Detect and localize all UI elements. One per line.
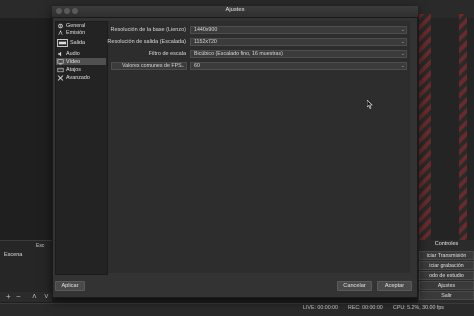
output-resolution-combo[interactable]: 1152x720 ⌄ bbox=[190, 38, 407, 46]
preview-left-area bbox=[0, 18, 52, 240]
sidebar-item-label: General bbox=[66, 22, 86, 29]
sidebar-item-label: Emisión bbox=[66, 29, 86, 36]
fps-value: 60 bbox=[194, 63, 200, 69]
fps-type-value: Valores comunes de FPS bbox=[122, 63, 182, 69]
fps-type-select[interactable]: Valores comunes de FPS ⌄ bbox=[111, 62, 187, 70]
broadcast-icon bbox=[58, 30, 63, 35]
base-resolution-label: Resolución de la base (Lienzo) bbox=[110, 27, 186, 33]
accept-button[interactable]: Aceptar bbox=[377, 281, 412, 291]
rec-status: REC: 00:00:00 bbox=[348, 305, 383, 311]
chevron-down-icon: ⌄ bbox=[400, 63, 405, 69]
keyboard-icon bbox=[57, 67, 64, 72]
chevron-down-icon: ⌄ bbox=[180, 63, 185, 69]
scale-filter-value: Bicúbico (Escalado fino, 16 muestras) bbox=[194, 51, 283, 57]
base-resolution-combo[interactable]: 1440x900 ⌄ bbox=[190, 26, 407, 34]
move-down-button[interactable]: ˅ bbox=[44, 293, 49, 301]
tools-icon bbox=[57, 74, 64, 81]
scenes-dock-header: Esc bbox=[36, 243, 45, 249]
speaker-icon bbox=[58, 51, 62, 56]
base-resolution-value: 1440x900 bbox=[194, 27, 218, 33]
gear-icon bbox=[58, 23, 63, 28]
start-recording-button[interactable]: iciar grabación bbox=[419, 261, 474, 270]
sidebar-item-advanced[interactable]: Avanzado bbox=[57, 74, 90, 81]
live-status: LIVE: 00:00:00 bbox=[303, 305, 339, 311]
output-resolution-value: 1152x720 bbox=[194, 39, 217, 45]
video-settings-panel bbox=[108, 21, 410, 273]
add-scene-button[interactable]: + bbox=[6, 293, 11, 301]
sidebar-item-hotkeys[interactable]: Atajos bbox=[57, 66, 81, 73]
sidebar-item-label: Audio bbox=[66, 50, 80, 57]
scale-filter-select[interactable]: Bicúbico (Escalado fino, 16 muestras) ⌄ bbox=[190, 50, 407, 58]
sidebar-item-audio[interactable]: Audio bbox=[57, 50, 80, 57]
start-stream-button[interactable]: iciar Transmisión bbox=[419, 251, 474, 260]
output-resolution-label: Resolución de salida (Escalada) bbox=[107, 39, 186, 45]
output-icon bbox=[57, 38, 68, 47]
cancel-button[interactable]: Cancelar bbox=[337, 281, 372, 291]
sidebar-item-label: Atajos bbox=[66, 66, 81, 73]
preview-stripe-a bbox=[419, 14, 431, 244]
controls-title: Controles bbox=[434, 241, 459, 247]
sidebar-item-video[interactable]: Vídeo bbox=[56, 58, 106, 65]
sidebar-item-output[interactable]: Salida bbox=[57, 38, 85, 47]
apply-button[interactable]: Aplicar bbox=[55, 281, 85, 291]
mouse-cursor-icon bbox=[367, 100, 373, 109]
chevron-down-icon: ⌄ bbox=[400, 27, 405, 33]
exit-button[interactable]: Salir bbox=[419, 291, 474, 300]
scene-list-item[interactable]: Escena bbox=[4, 252, 22, 258]
scale-filter-label: Filtro de escala bbox=[148, 51, 186, 57]
cpu-status: CPU: 5.2%, 30.00 fps bbox=[393, 305, 444, 311]
fps-value-combo[interactable]: 60 ⌄ bbox=[190, 62, 407, 70]
settings-button[interactable]: Ajustes bbox=[419, 281, 474, 290]
chevron-down-icon: ⌄ bbox=[400, 39, 405, 45]
sidebar-item-label: Vídeo bbox=[66, 58, 81, 65]
sidebar-item-general[interactable]: General bbox=[57, 22, 85, 29]
studio-mode-button[interactable]: odo de estudio bbox=[419, 271, 474, 280]
move-up-button[interactable]: ˄ bbox=[32, 293, 37, 301]
sidebar-item-emission[interactable]: Emisión bbox=[57, 29, 85, 36]
chevron-down-icon: ⌄ bbox=[400, 51, 405, 57]
preview-stripe-b bbox=[459, 14, 467, 244]
remove-scene-button[interactable]: − bbox=[16, 293, 21, 301]
monitor-icon bbox=[57, 58, 64, 64]
sidebar-item-label: Avanzado bbox=[66, 74, 90, 81]
dialog-title: Ajustes bbox=[225, 7, 245, 13]
sidebar-item-label: Salida bbox=[70, 39, 85, 46]
